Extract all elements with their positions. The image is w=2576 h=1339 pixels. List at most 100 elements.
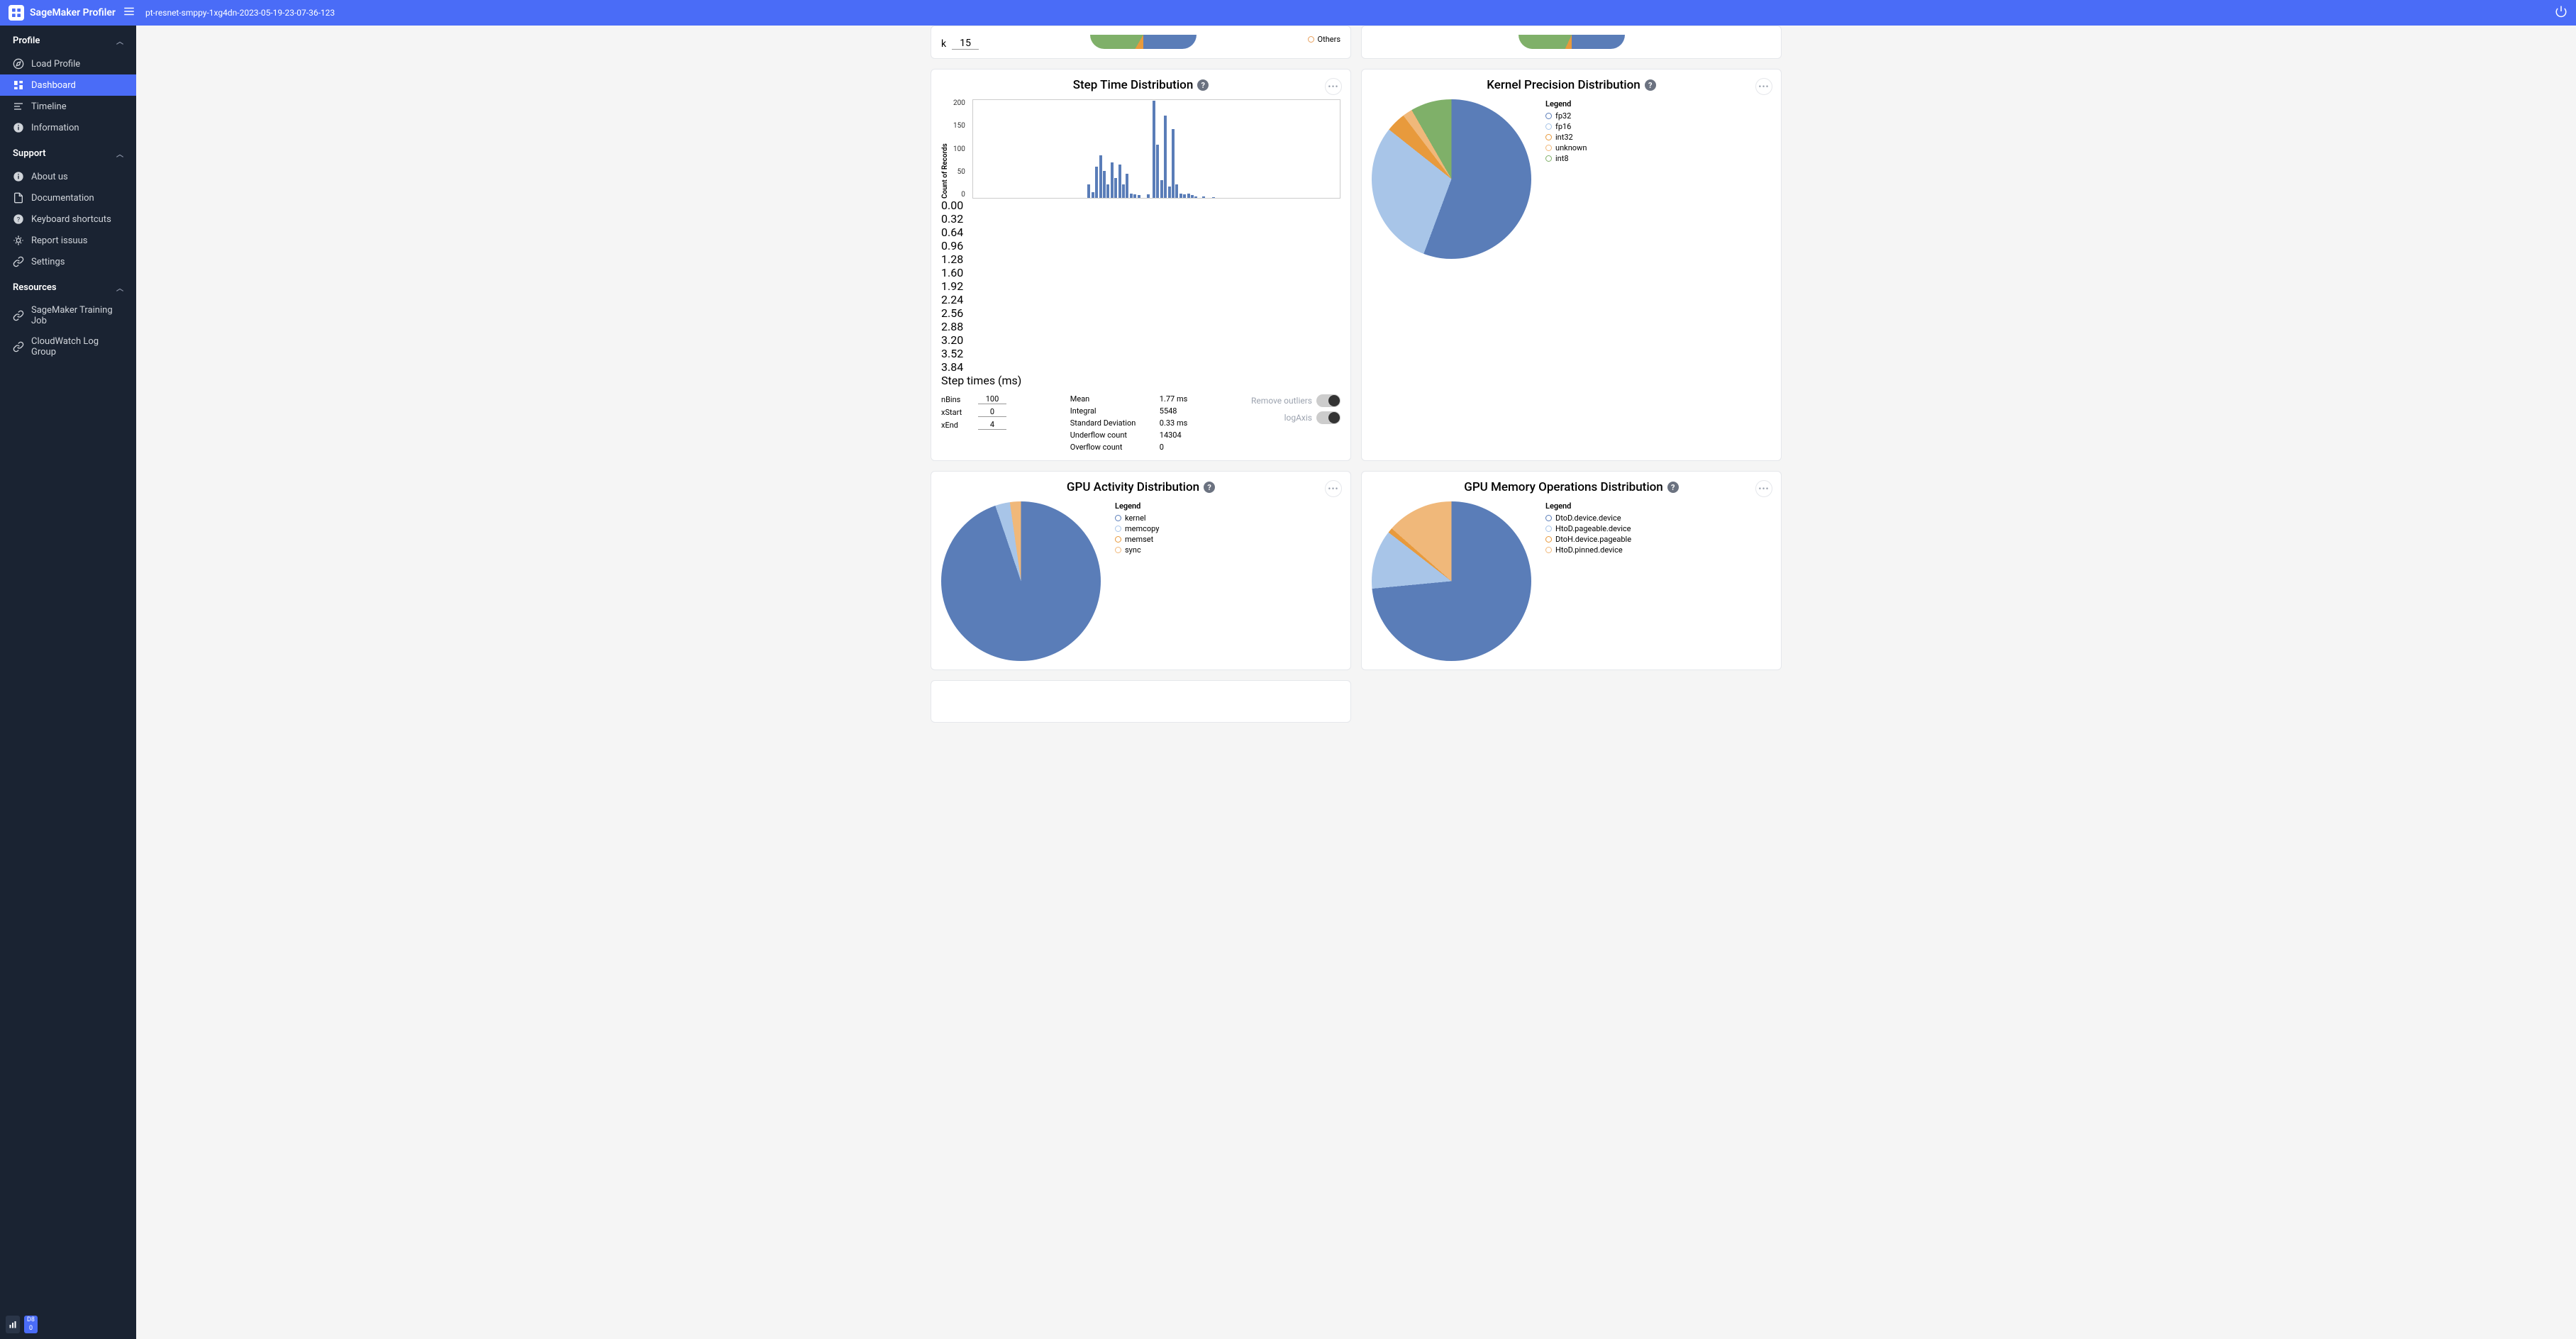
sidebar-item-label: Documentation	[31, 193, 94, 204]
histogram-bar	[1191, 195, 1194, 198]
legend-item: HtoD.pageable.device	[1545, 524, 1631, 533]
card-menu-button[interactable]: •••	[1755, 78, 1772, 95]
sidebar-section-resources[interactable]: Resources︿	[0, 272, 136, 300]
xend-label: xEnd	[941, 421, 972, 430]
logaxis-toggle[interactable]	[1316, 411, 1340, 424]
legend-label: memcopy	[1125, 524, 1159, 533]
legend-title: Legend	[1115, 501, 1159, 511]
sidebar-item-label: Dashboard	[31, 80, 76, 91]
histogram-bar	[1138, 195, 1140, 198]
legend-item: fp16	[1545, 122, 1587, 131]
histogram-bar	[1095, 167, 1098, 198]
legend-swatch	[1545, 113, 1552, 119]
sidebar-item-timeline[interactable]: Timeline	[0, 96, 136, 117]
histogram-bar	[1175, 184, 1178, 198]
legend-label: kernel	[1125, 513, 1146, 523]
help-icon[interactable]: ?	[1645, 79, 1656, 91]
card-menu-button[interactable]: •••	[1755, 480, 1772, 497]
xend-input[interactable]	[978, 420, 1006, 430]
sidebar-item-load-profile[interactable]: Load Profile	[0, 53, 136, 74]
histogram-bar	[1092, 192, 1094, 198]
legend-swatch	[1115, 515, 1121, 521]
k-label: k	[941, 38, 946, 50]
legend-swatch	[1545, 134, 1552, 140]
sidebar: Profile︿ Load Profile Dashboard Timeline Inf…	[0, 26, 136, 1339]
db-badge[interactable]: D8 0	[24, 1316, 38, 1333]
sidebar-item-information[interactable]: Information	[0, 117, 136, 138]
nbins-label: nBins	[941, 395, 972, 404]
legend-label: HtoD.pinned.device	[1555, 545, 1623, 555]
gpu-activity-title: GPU Activity Distribution	[1067, 480, 1199, 494]
histogram-bar	[1202, 196, 1205, 198]
legend-item: DtoH.device.pageable	[1545, 535, 1631, 544]
sidebar-item-label: Information	[31, 123, 79, 133]
top-right-pie-partial	[1519, 35, 1625, 49]
histogram-bar	[1118, 165, 1121, 198]
sidebar-item-documentation[interactable]: Documentation	[0, 187, 136, 209]
help-icon[interactable]: ?	[1667, 482, 1679, 493]
y-axis-label: Count of Records	[941, 99, 949, 199]
card-menu-button[interactable]: •••	[1325, 480, 1342, 497]
kernel-precision-pie	[1372, 99, 1531, 259]
svg-text:?: ?	[17, 216, 21, 223]
sidebar-item-label: Load Profile	[31, 59, 80, 70]
sidebar-section-profile[interactable]: Profile︿	[0, 26, 136, 53]
link-icon	[13, 341, 24, 352]
stats-icon[interactable]	[6, 1316, 20, 1333]
top-k-legend: Others	[1308, 35, 1340, 45]
top-k-card: k Others	[931, 26, 1351, 59]
legend-item: int32	[1545, 133, 1587, 142]
sidebar-item-cloudwatch-log-group[interactable]: CloudWatch Log Group	[0, 331, 136, 362]
sidebar-section-support[interactable]: Support︿	[0, 138, 136, 166]
x-axis-ticks: 0.000.320.640.961.281.601.922.242.562.88…	[941, 199, 1340, 374]
legend-item: memset	[1115, 535, 1159, 544]
nbins-input[interactable]	[978, 394, 1006, 404]
legend-label: fp32	[1555, 111, 1571, 121]
legend-swatch	[1545, 526, 1552, 532]
main-content: k Others	[136, 26, 2576, 1339]
help-icon[interactable]: ?	[1204, 482, 1215, 493]
sidebar-item-sagemaker-training-job[interactable]: SageMaker Training Job	[0, 300, 136, 331]
stat-integral-value: 5548	[1160, 406, 1177, 416]
sidebar-item-keyboard-shortcuts[interactable]: ?Keyboard shortcuts	[0, 209, 136, 230]
help-icon[interactable]: ?	[1197, 79, 1209, 91]
sidebar-item-settings[interactable]: Settings	[0, 251, 136, 272]
legend-swatch	[1115, 547, 1121, 553]
legend-swatch	[1545, 547, 1552, 553]
remove-outliers-label: Remove outliers	[1251, 396, 1312, 406]
help-icon: ?	[13, 213, 24, 225]
xstart-input[interactable]	[978, 407, 1006, 417]
sidebar-item-about-us[interactable]: About us	[0, 166, 136, 187]
document-icon	[13, 192, 24, 204]
legend-swatch	[1308, 36, 1314, 43]
histogram-bar	[1164, 116, 1167, 198]
menu-button[interactable]	[123, 5, 135, 21]
power-button[interactable]	[2555, 5, 2567, 21]
gpu-memory-card: ••• GPU Memory Operations Distribution ?…	[1361, 471, 1782, 670]
header: SageMaker Profiler pt-resnet-smppy-1xg4d…	[0, 0, 2576, 26]
histogram-plot	[972, 99, 1340, 199]
remove-outliers-toggle[interactable]	[1316, 394, 1340, 407]
sidebar-item-report-issuus[interactable]: Report issuus	[0, 230, 136, 251]
app-logo	[9, 5, 24, 21]
histogram-bar	[1103, 171, 1106, 198]
legend-label: HtoD.pageable.device	[1555, 524, 1631, 533]
sidebar-item-dashboard[interactable]: Dashboard	[0, 74, 136, 96]
legend-item: kernel	[1115, 513, 1159, 523]
card-menu-button[interactable]: •••	[1325, 78, 1342, 95]
histogram-bar	[1160, 180, 1163, 198]
kernel-precision-title: Kernel Precision Distribution	[1487, 78, 1640, 92]
step-time-title: Step Time Distribution	[1073, 78, 1194, 92]
legend-item: HtoD.pinned.device	[1545, 545, 1631, 555]
timeline-icon	[13, 101, 24, 112]
chevron-up-icon: ︿	[116, 148, 123, 159]
stat-underflow-value: 14304	[1160, 430, 1182, 440]
k-input[interactable]	[952, 38, 979, 50]
legend-label: fp16	[1555, 122, 1571, 131]
dashboard-icon	[13, 79, 24, 91]
legend-item: memcopy	[1115, 524, 1159, 533]
link-icon	[13, 256, 24, 267]
top-right-card	[1361, 26, 1782, 59]
legend-label: DtoD.device.device	[1555, 513, 1621, 523]
empty-card	[931, 680, 1351, 723]
